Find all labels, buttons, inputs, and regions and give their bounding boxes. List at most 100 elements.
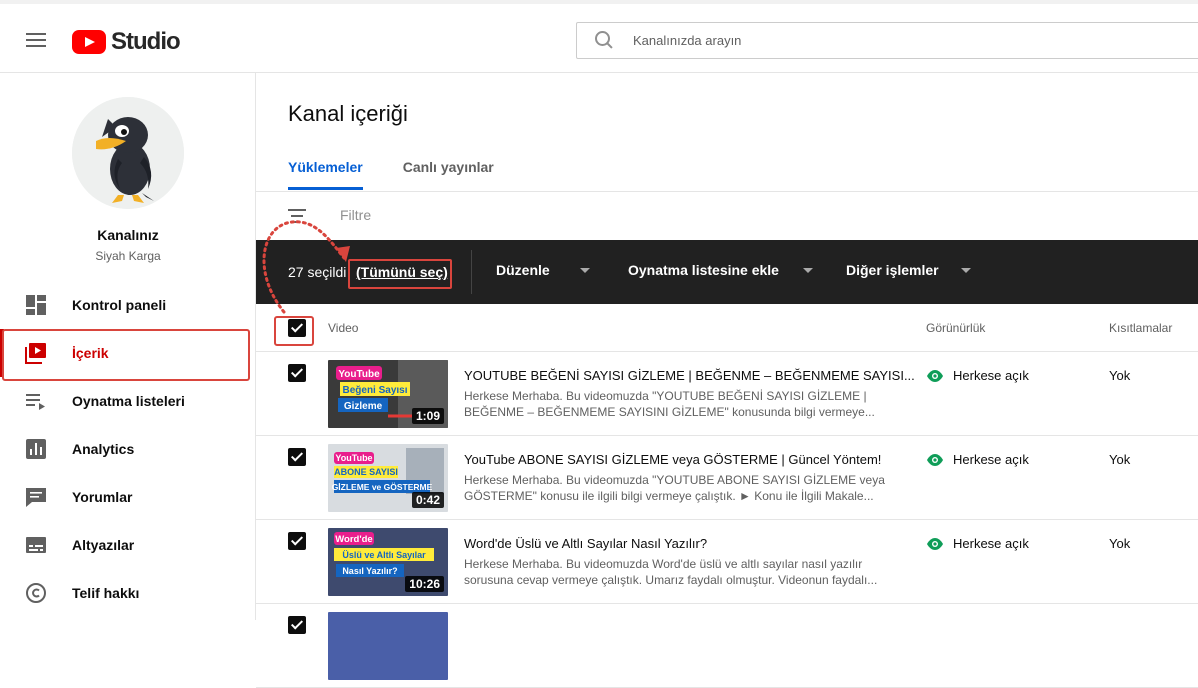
video-duration: 1:09 (411, 408, 444, 424)
table-row[interactable]: YouTube ABONE SAYISI GİZLEME ve GÖSTERME… (256, 436, 1198, 520)
sidebar-item-label: Oynatma listeleri (72, 393, 185, 409)
add-to-playlist-dropdown[interactable]: Oynatma listesine ekle (628, 262, 813, 278)
menu-icon[interactable] (26, 33, 46, 47)
visibility-status[interactable]: Herkese açık (926, 536, 1029, 551)
filter-bar (256, 192, 1198, 240)
video-description-line: Herkese Merhaba. Bu videomuzda "YOUTUBE … (464, 389, 867, 403)
sidebar-item-subtitles[interactable]: Altyazılar (0, 521, 256, 569)
sidebar-item-analytics[interactable]: Analytics (0, 425, 256, 473)
restrictions-value: Yok (1109, 452, 1131, 467)
action-bar-divider (471, 250, 472, 294)
channel-name: Siyah Karga (95, 249, 161, 263)
filter-input[interactable] (340, 207, 640, 223)
copyright-icon (25, 582, 47, 604)
tab-uploads[interactable]: Yüklemeler (288, 159, 363, 190)
subtitles-icon (25, 534, 47, 556)
video-duration: 10:26 (405, 576, 444, 592)
video-title[interactable]: YouTube ABONE SAYISI GİZLEME veya GÖSTER… (464, 452, 881, 467)
thumb-line: YouTube (335, 453, 372, 463)
select-all-checkbox[interactable] (288, 319, 306, 337)
chevron-down-icon (960, 267, 971, 273)
more-actions-dropdown[interactable]: Diğer işlemler (846, 262, 971, 278)
channel-label: Kanalınız (97, 227, 159, 243)
video-description: Herkese Merhaba. Bu videomuzda "YOUTUBE … (464, 388, 894, 420)
table-row[interactable]: YouTube Beğeni Sayısı Gizleme 1:09 YOUTU… (256, 352, 1198, 436)
sidebar-item-label: Kontrol paneli (72, 297, 167, 313)
page-title: Kanal içeriği (288, 101, 408, 126)
sidebar-item-playlists[interactable]: Oynatma listeleri (0, 377, 256, 425)
select-all-link[interactable]: (Tümünü seç) (356, 264, 448, 280)
sidebar: Kanalınız Siyah Karga Kontrol paneli İçe… (0, 73, 256, 620)
video-thumbnail[interactable]: YouTube ABONE SAYISI GİZLEME ve GÖSTERME… (328, 444, 448, 512)
thumb-line: GİZLEME ve GÖSTERME (332, 482, 433, 492)
thumb-line: ABONE SAYISI (334, 467, 398, 477)
playlists-icon (25, 390, 47, 412)
visibility-label: Herkese açık (953, 368, 1029, 383)
thumb-line: Word'de (335, 534, 372, 545)
video-thumbnail[interactable]: Word'de Üslü ve Altlı Sayılar Nasıl Yazı… (328, 528, 448, 596)
search-bar[interactable] (576, 22, 1198, 59)
selected-count: 27 seçildi (288, 264, 347, 280)
row-checkbox[interactable] (288, 448, 306, 466)
row-checkbox[interactable] (288, 364, 306, 382)
main-content: Kanal içeriği Yüklemeler Canlı yayınlar … (256, 73, 1198, 688)
video-description: Herkese Merhaba. Bu videomuzda "YOUTUBE … (464, 472, 894, 504)
search-icon (595, 30, 615, 51)
eye-icon (927, 537, 943, 550)
visibility-label: Herkese açık (953, 536, 1029, 551)
comments-icon (25, 486, 47, 508)
more-actions-label: Diğer işlemler (846, 262, 939, 278)
avatar[interactable] (72, 97, 184, 209)
dashboard-icon (25, 294, 47, 316)
video-duration: 0:42 (411, 492, 444, 508)
restrictions-value: Yok (1109, 368, 1131, 383)
thumb-line: Nasıl Yazılır? (342, 566, 397, 576)
sidebar-item-label: Altyazılar (72, 537, 135, 553)
sidebar-item-dashboard[interactable]: Kontrol paneli (0, 281, 256, 329)
video-description-line: Herkese Merhaba. Bu videomuzda "YOUTUBE … (464, 473, 885, 487)
analytics-icon (25, 438, 47, 460)
search-input[interactable] (633, 33, 1133, 48)
table-row[interactable] (256, 604, 1198, 688)
sidebar-item-label: Yorumlar (72, 489, 133, 505)
logo-text: Studio (111, 28, 181, 55)
bulk-action-bar: 27 seçildi (Tümünü seç) Düzenle Oynatma … (256, 240, 1198, 304)
tab-bar: Yüklemeler Canlı yayınlar (288, 159, 534, 190)
video-thumbnail[interactable]: YouTube Beğeni Sayısı Gizleme 1:09 (328, 360, 448, 428)
edit-dropdown[interactable]: Düzenle (496, 262, 590, 278)
thumb-line: Gizleme (344, 401, 383, 412)
tab-live[interactable]: Canlı yayınlar (403, 159, 494, 190)
sidebar-item-content[interactable]: İçerik (0, 329, 256, 381)
row-checkbox[interactable] (288, 532, 306, 550)
visibility-status[interactable]: Herkese açık (926, 452, 1029, 467)
eye-icon (927, 369, 943, 382)
thumb-line: YouTube (338, 369, 380, 380)
chevron-down-icon (802, 267, 813, 273)
row-checkbox[interactable] (288, 616, 306, 634)
sidebar-item-comments[interactable]: Yorumlar (0, 473, 256, 521)
add-to-playlist-label: Oynatma listesine ekle (628, 262, 779, 278)
table-header: Video Görünürlük Kısıtlamalar (256, 304, 1198, 352)
visibility-status[interactable]: Herkese açık (926, 368, 1029, 383)
video-title[interactable]: Word'de Üslü ve Altlı Sayılar Nasıl Yazı… (464, 536, 707, 551)
video-thumbnail[interactable] (328, 612, 448, 680)
filter-icon[interactable] (288, 209, 306, 223)
sidebar-item-label: Analytics (72, 441, 135, 457)
eye-icon (927, 453, 943, 466)
sidebar-nav: Kontrol paneli İçerik Oynatma listeleri … (0, 281, 256, 617)
edit-label: Düzenle (496, 262, 550, 278)
table-row[interactable]: Word'de Üslü ve Altlı Sayılar Nasıl Yazı… (256, 520, 1198, 604)
thumb-line: Beğeni Sayısı (342, 385, 407, 396)
column-header-restrictions[interactable]: Kısıtlamalar (1109, 321, 1172, 335)
video-description-line: BEĞENME – BEĞENMEME SAYISINI GİZLEME" ko… (464, 405, 875, 419)
column-header-visibility[interactable]: Görünürlük (926, 321, 985, 335)
content-icon (25, 342, 47, 364)
sidebar-item-label: İçerik (72, 345, 109, 361)
sidebar-item-label: Telif hakkı (72, 585, 140, 601)
video-description-line: Herkese Merhaba. Bu videomuzda Word'de ü… (464, 557, 863, 571)
sidebar-item-copyright[interactable]: Telif hakkı (0, 569, 256, 617)
studio-logo[interactable]: Studio (72, 28, 181, 56)
video-title[interactable]: YOUTUBE BEĞENİ SAYISI GİZLEME | BEĞENME … (464, 368, 915, 383)
column-header-video[interactable]: Video (328, 321, 358, 335)
thumb-line: Üslü ve Altlı Sayılar (342, 550, 426, 560)
